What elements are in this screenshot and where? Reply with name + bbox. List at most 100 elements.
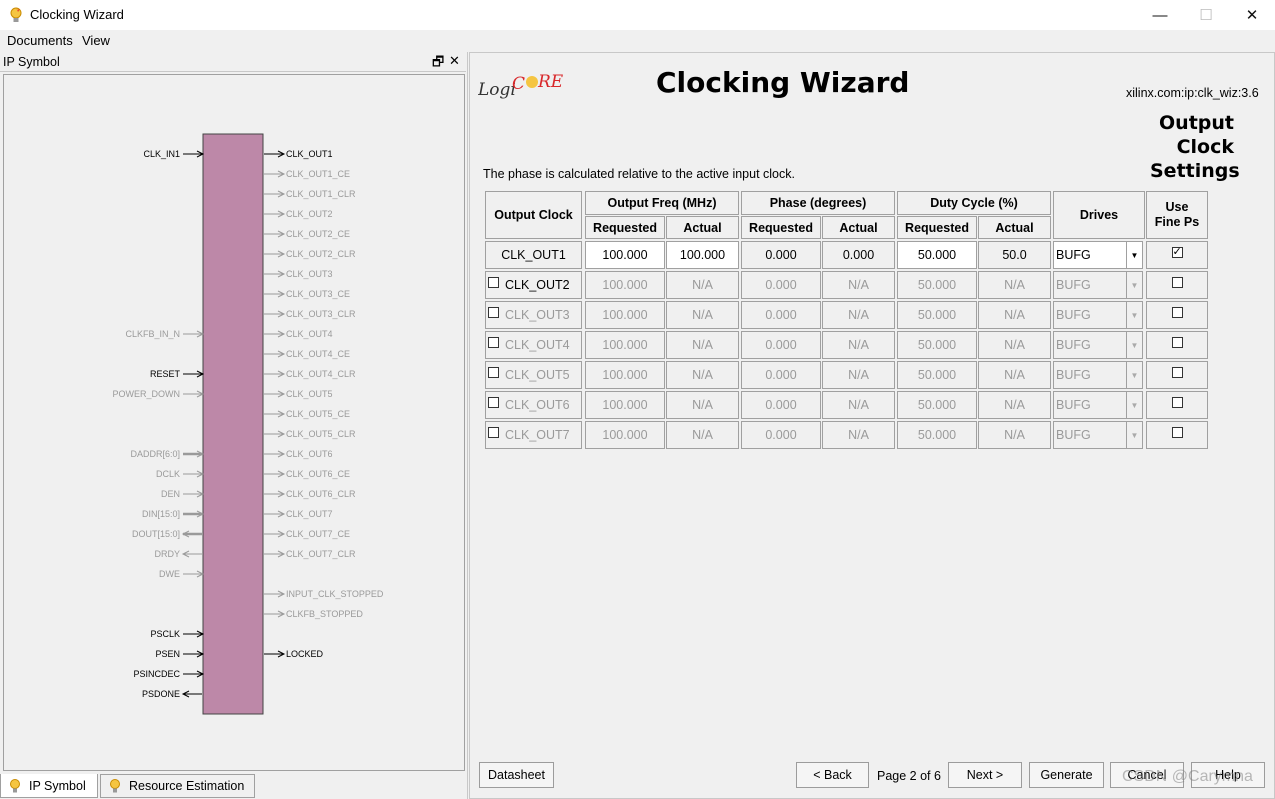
header-duty-cycle: Duty Cycle (%) bbox=[897, 191, 1051, 215]
pin-label: DWE bbox=[159, 569, 180, 579]
clock-name-cell[interactable]: CLK_OUT4 bbox=[485, 331, 582, 359]
logicore-logo: Logi C RE bbox=[478, 72, 564, 100]
clock-name-cell[interactable]: CLK_OUT3 bbox=[485, 301, 582, 329]
freq-requested-field: 100.000 bbox=[585, 361, 665, 389]
drives-select: BUFG ▼ bbox=[1053, 421, 1143, 449]
enable-checkbox[interactable] bbox=[488, 276, 499, 288]
freq-requested-field: 100.000 bbox=[585, 301, 665, 329]
svg-text:Logi: Logi bbox=[478, 80, 516, 100]
duty-requested-field: 50.000 bbox=[897, 361, 977, 389]
drives-value: BUFG bbox=[1056, 308, 1091, 322]
pin-label: DADDR[6:0] bbox=[130, 449, 180, 459]
tab-ip-symbol[interactable]: IP Symbol bbox=[0, 774, 98, 798]
enable-checkbox[interactable] bbox=[488, 366, 499, 378]
back-button[interactable]: < Back bbox=[796, 762, 869, 788]
chevron-down-icon[interactable]: ▼ bbox=[1126, 362, 1142, 388]
restore-panel-icon[interactable]: 🗗 bbox=[432, 53, 444, 75]
pin-label: PSDONE bbox=[142, 689, 180, 699]
clock-name-cell[interactable]: CLK_OUT5 bbox=[485, 361, 582, 389]
pin-label: CLK_OUT1 bbox=[286, 149, 333, 159]
freq-actual-value: N/A bbox=[666, 421, 739, 449]
clock-name: CLK_OUT6 bbox=[505, 398, 570, 412]
duty-actual-value: N/A bbox=[978, 271, 1051, 299]
menu-documents[interactable]: Documents bbox=[7, 33, 73, 48]
freq-requested-field: 100.000 bbox=[585, 271, 665, 299]
freq-requested-field[interactable]: 100.000 bbox=[585, 241, 665, 269]
chevron-down-icon[interactable]: ▼ bbox=[1126, 242, 1142, 268]
pin-label: CLKFB_STOPPED bbox=[286, 609, 363, 619]
pin-label: CLK_OUT3_CLR bbox=[286, 309, 356, 319]
phase-requested-field: 0.000 bbox=[741, 391, 821, 419]
pin-label: CLK_OUT6 bbox=[286, 449, 333, 459]
close-button[interactable]: ✕ bbox=[1229, 0, 1275, 30]
drives-select[interactable]: BUFG ▼ bbox=[1053, 241, 1143, 269]
drives-value: BUFG bbox=[1056, 398, 1091, 412]
header-duty-requested: Requested bbox=[897, 216, 977, 239]
chevron-down-icon[interactable]: ▼ bbox=[1126, 302, 1142, 328]
generate-button[interactable]: Generate bbox=[1029, 762, 1104, 788]
section-title: Output Clock Settings bbox=[1150, 112, 1240, 182]
drives-select: BUFG ▼ bbox=[1053, 271, 1143, 299]
freq-requested-field: 100.000 bbox=[585, 331, 665, 359]
phase-requested-field[interactable]: 0.000 bbox=[741, 241, 821, 269]
fine-ps-checkbox[interactable] bbox=[1171, 306, 1183, 318]
bottom-tabs: IP Symbol Resource Estimation bbox=[0, 773, 466, 799]
duty-actual-value: N/A bbox=[978, 361, 1051, 389]
next-button[interactable]: Next > bbox=[948, 762, 1022, 788]
pin-label: CLK_OUT7_CE bbox=[286, 529, 350, 539]
fine-ps-checkbox[interactable] bbox=[1171, 426, 1183, 438]
clock-name-cell[interactable]: CLK_OUT7 bbox=[485, 421, 582, 449]
enable-checkbox[interactable] bbox=[488, 396, 499, 408]
freq-actual-value: N/A bbox=[666, 391, 739, 419]
duty-requested-field: 50.000 bbox=[897, 421, 977, 449]
page-indicator: Page 2 of 6 bbox=[877, 769, 941, 783]
drives-value: BUFG bbox=[1056, 278, 1091, 292]
fine-ps-checkbox[interactable] bbox=[1171, 245, 1183, 258]
fine-ps-checkbox[interactable] bbox=[1171, 396, 1183, 408]
clock-name: CLK_OUT4 bbox=[505, 338, 570, 352]
drives-select: BUFG ▼ bbox=[1053, 361, 1143, 389]
duty-actual-value: N/A bbox=[978, 421, 1051, 449]
phase-requested-field: 0.000 bbox=[741, 361, 821, 389]
tab-resource-estimation[interactable]: Resource Estimation bbox=[100, 774, 255, 798]
enable-checkbox[interactable] bbox=[488, 306, 499, 318]
clock-name-cell[interactable]: CLK_OUT6 bbox=[485, 391, 582, 419]
minimize-button[interactable]: — bbox=[1137, 0, 1183, 30]
pin-label: CLK_OUT1_CE bbox=[286, 169, 350, 179]
datasheet-button[interactable]: Datasheet bbox=[479, 762, 554, 788]
lightbulb-icon bbox=[110, 779, 120, 793]
pin-label: DOUT[15:0] bbox=[132, 529, 180, 539]
chevron-down-icon[interactable]: ▼ bbox=[1126, 392, 1142, 418]
freq-actual-value: N/A bbox=[666, 331, 739, 359]
chevron-down-icon[interactable]: ▼ bbox=[1126, 422, 1142, 448]
freq-actual-value: N/A bbox=[666, 301, 739, 329]
fine-ps-cell bbox=[1146, 271, 1208, 299]
phase-actual-value: 0.000 bbox=[822, 241, 895, 269]
menu-view[interactable]: View bbox=[82, 33, 110, 48]
clock-name: CLK_OUT1 bbox=[501, 248, 566, 262]
fine-ps-cell bbox=[1146, 421, 1208, 449]
fine-ps-cell bbox=[1146, 301, 1208, 329]
clock-name-cell[interactable]: CLK_OUT2 bbox=[485, 271, 582, 299]
panel-title: IP Symbol bbox=[3, 55, 60, 69]
freq-actual-value: N/A bbox=[666, 361, 739, 389]
chevron-down-icon[interactable]: ▼ bbox=[1126, 332, 1142, 358]
fine-ps-checkbox[interactable] bbox=[1171, 276, 1183, 288]
pin-label: DRDY bbox=[154, 549, 180, 559]
duty-requested-field: 50.000 bbox=[897, 391, 977, 419]
menu-bar: Documents View bbox=[0, 30, 1275, 52]
clock-name: CLK_OUT2 bbox=[505, 278, 570, 292]
pin-label: CLK_OUT4 bbox=[286, 329, 333, 339]
phase-requested-field: 0.000 bbox=[741, 301, 821, 329]
chevron-down-icon[interactable]: ▼ bbox=[1126, 272, 1142, 298]
duty-requested-field: 50.000 bbox=[897, 331, 977, 359]
enable-checkbox[interactable] bbox=[488, 426, 499, 438]
close-panel-icon[interactable]: ✕ bbox=[449, 53, 460, 69]
fine-ps-checkbox[interactable] bbox=[1171, 336, 1183, 348]
duty-requested-field[interactable]: 50.000 bbox=[897, 241, 977, 269]
duty-requested-field: 50.000 bbox=[897, 301, 977, 329]
enable-checkbox[interactable] bbox=[488, 336, 499, 348]
maximize-button[interactable]: ☐ bbox=[1183, 0, 1229, 30]
title-bar: Clocking Wizard — ☐ ✕ bbox=[0, 0, 1275, 30]
fine-ps-checkbox[interactable] bbox=[1171, 366, 1183, 378]
